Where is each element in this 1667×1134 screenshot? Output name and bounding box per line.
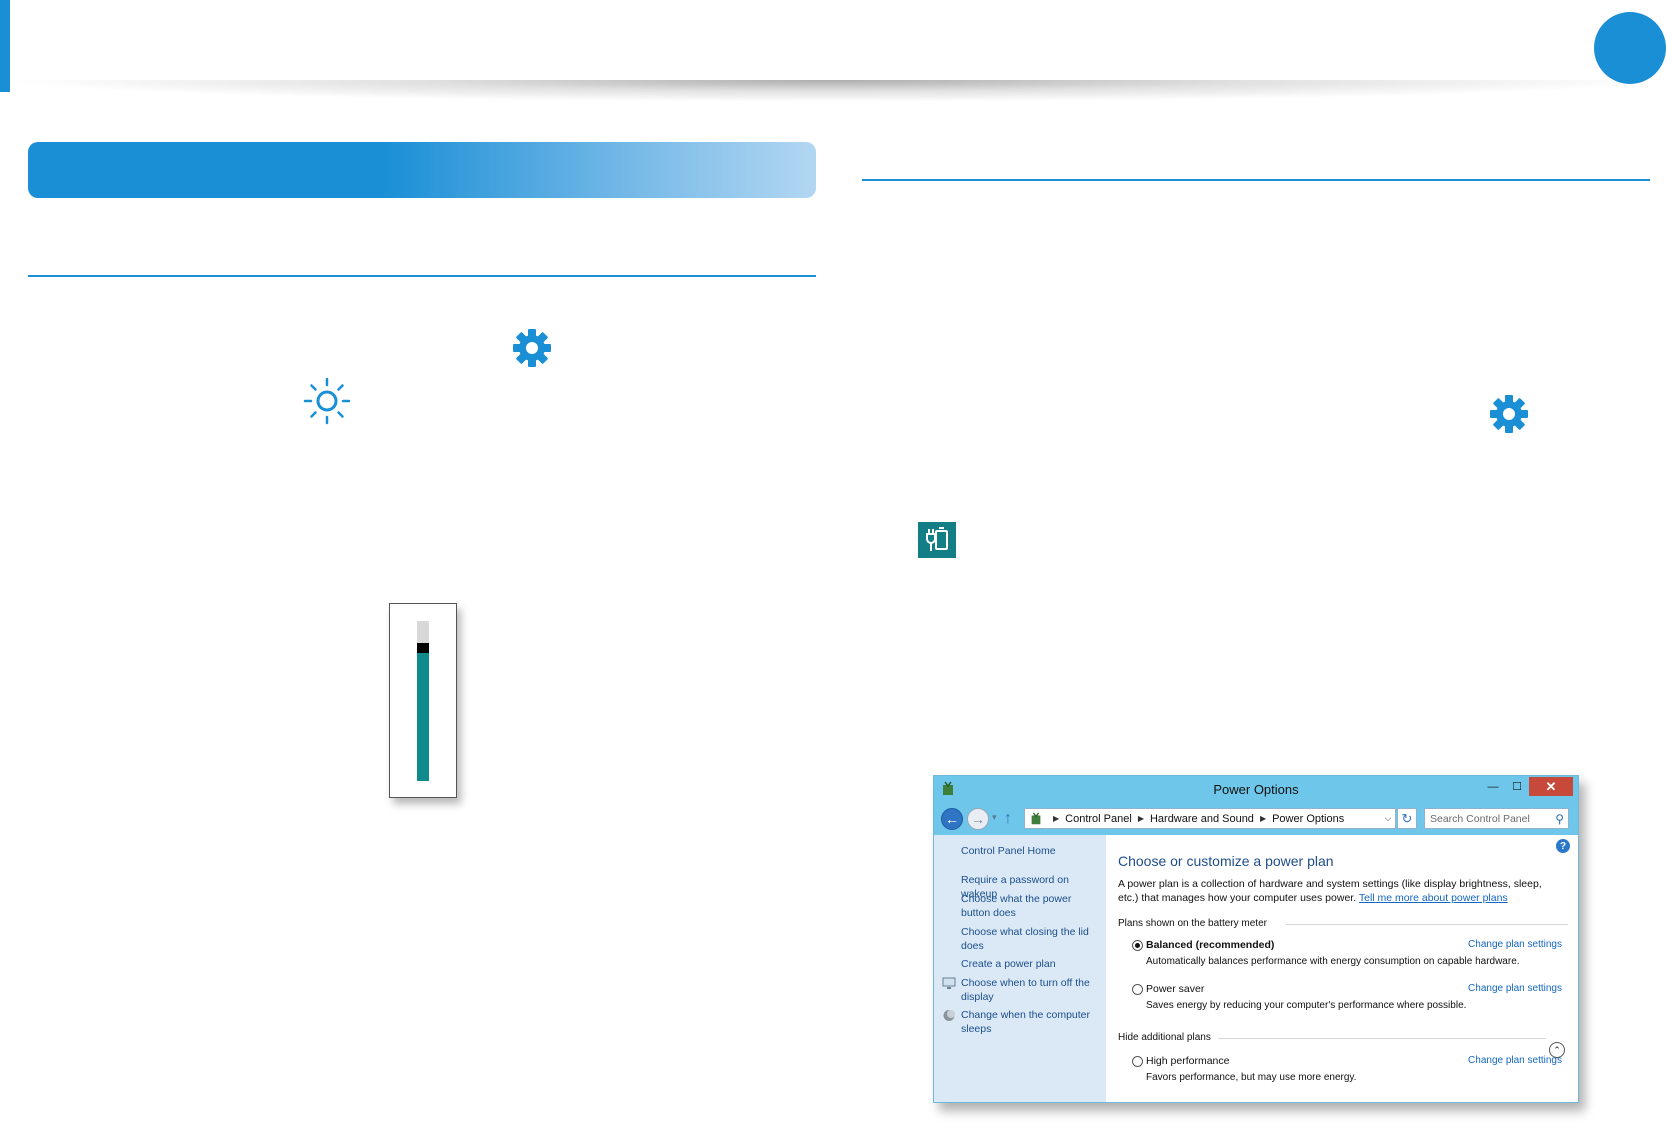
plan-desc-power-saver: Saves energy by reducing your computer's… — [1146, 1000, 1467, 1011]
brightness-slider-track[interactable] — [417, 621, 429, 781]
search-icon[interactable]: ⚲ — [1555, 812, 1564, 826]
change-plan-settings-link-high-performance[interactable]: Change plan settings — [1468, 1055, 1562, 1066]
plan-name-power-saver[interactable]: Power saver — [1146, 983, 1204, 995]
group-label-battery-meter: Plans shown on the battery meter — [1118, 918, 1267, 929]
change-plan-settings-link-power-saver[interactable]: Change plan settings — [1468, 983, 1562, 994]
page-heading: Choose or customize a power plan — [1118, 853, 1334, 869]
breadcrumb-hardware-and-sound[interactable]: Hardware and Sound — [1150, 813, 1254, 825]
radio-balanced[interactable] — [1132, 940, 1143, 951]
breadcrumb-separator-icon[interactable]: ▶ — [1260, 814, 1266, 823]
sidebar-link-power-button[interactable]: Choose what the power button does — [961, 892, 1103, 920]
sleep-moon-icon — [943, 1010, 955, 1021]
up-arrow-icon[interactable]: ↑ — [1004, 810, 1012, 828]
gear-icon — [513, 329, 551, 367]
group-divider — [1286, 924, 1568, 925]
navigation-bar: ← → ▾ ↑ ▶ Control Panel ▶ Hardware and S… — [934, 803, 1578, 835]
refresh-icon[interactable]: ↻ — [1397, 808, 1417, 829]
back-arrow-icon[interactable]: ← — [941, 808, 963, 830]
sidebar-link-create-plan[interactable]: Create a power plan — [961, 957, 1103, 971]
plan-name-high-performance[interactable]: High performance — [1146, 1055, 1229, 1067]
learn-more-link[interactable]: Tell me more about power plans — [1359, 892, 1508, 904]
sidebar: Control Panel Home Require a password on… — [934, 835, 1106, 1102]
breadcrumb-control-panel[interactable]: Control Panel — [1065, 813, 1132, 825]
battery-plug-icon — [918, 522, 956, 558]
breadcrumb-power-options[interactable]: Power Options — [1272, 813, 1344, 825]
plan-desc-high-performance: Favors performance, but may use more ene… — [1146, 1072, 1357, 1083]
search-input[interactable]: Search Control Panel ⚲ — [1424, 808, 1569, 829]
manual-page: Power Options — ☐ ✕ ← → ▾ ↑ ▶ Control Pa… — [0, 0, 1667, 1134]
radio-power-saver[interactable] — [1132, 984, 1143, 995]
radio-high-performance[interactable] — [1132, 1056, 1143, 1067]
help-icon[interactable]: ? — [1556, 839, 1570, 853]
window-body: Control Panel Home Require a password on… — [934, 835, 1578, 1102]
sidebar-link-computer-sleeps[interactable]: Change when the computer sleeps — [961, 1008, 1103, 1036]
header-accent-bar — [0, 0, 10, 92]
sun-icon — [303, 377, 351, 425]
plan-name-balanced[interactable]: Balanced (recommended) — [1146, 939, 1274, 951]
brightness-slider-panel — [389, 603, 457, 798]
forward-arrow-icon[interactable]: → — [967, 808, 989, 830]
control-panel-icon — [1031, 811, 1041, 824]
header-shadow — [0, 80, 1667, 102]
window-controls: — ☐ ✕ — [1481, 777, 1573, 797]
page-description: A power plan is a collection of hardware… — [1118, 877, 1558, 905]
recent-locations-chevron-icon[interactable]: ▾ — [992, 812, 997, 823]
main-pane: ? Choose or customize a power plan A pow… — [1106, 835, 1578, 1102]
close-button[interactable]: ✕ — [1529, 777, 1573, 796]
divider-left — [28, 275, 816, 277]
brightness-slider-fill — [417, 653, 429, 781]
section-banner — [28, 142, 816, 198]
plan-desc-balanced: Automatically balances performance with … — [1146, 956, 1520, 967]
change-plan-settings-link-balanced[interactable]: Change plan settings — [1468, 939, 1562, 950]
sidebar-link-control-panel-home[interactable]: Control Panel Home — [961, 844, 1103, 858]
page-number-badge — [1594, 12, 1666, 84]
display-icon — [942, 977, 956, 989]
breadcrumb-separator-icon[interactable]: ▶ — [1138, 814, 1144, 823]
power-options-window: Power Options — ☐ ✕ ← → ▾ ↑ ▶ Control Pa… — [933, 775, 1579, 1103]
divider-right — [862, 179, 1650, 181]
minimize-button[interactable]: — — [1481, 777, 1505, 796]
sidebar-link-turn-off-display[interactable]: Choose when to turn off the display — [961, 976, 1103, 1004]
address-bar[interactable]: ▶ Control Panel ▶ Hardware and Sound ▶ P… — [1024, 808, 1396, 829]
group-label-hide-additional[interactable]: Hide additional plans — [1118, 1032, 1211, 1043]
maximize-button[interactable]: ☐ — [1505, 777, 1529, 796]
gear-icon — [1490, 395, 1528, 433]
group-divider — [1218, 1038, 1546, 1039]
address-dropdown-chevron-icon[interactable]: ⌵ — [1381, 813, 1395, 824]
brightness-slider-thumb[interactable] — [417, 643, 429, 653]
breadcrumb-separator-icon[interactable]: ▶ — [1053, 814, 1059, 823]
sidebar-link-closing-lid[interactable]: Choose what closing the lid does — [961, 925, 1103, 953]
search-placeholder: Search Control Panel — [1430, 812, 1530, 825]
